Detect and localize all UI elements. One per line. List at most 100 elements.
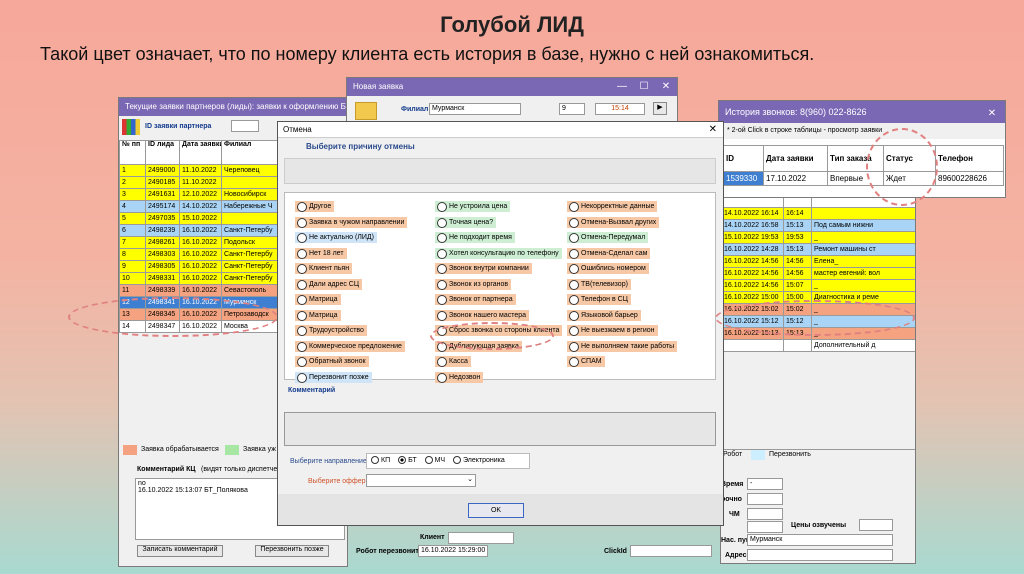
table-row[interactable]: 14.10.2022 16:58 15:13 Под самым нижни — [721, 219, 915, 232]
table-row[interactable]: 16.10.2022 14:56 14:56 мастер евгений: вол — [721, 267, 915, 280]
close-icon[interactable]: ✕ — [981, 103, 1003, 121]
ok-button[interactable]: OK — [468, 503, 524, 518]
direction-label: Выберите направление — [290, 458, 367, 465]
prices-field[interactable] — [859, 519, 893, 531]
leads-right-panel: 14.10.2022 16:14 16:14 14.10.2022 16:58 15:… — [720, 190, 916, 564]
cancel-reason-option[interactable]: Отмена-Вызвал других — [567, 216, 660, 228]
table-cell-time — [783, 339, 812, 352]
time-field[interactable]: 15:14 — [595, 103, 645, 115]
new-lead-window: Новая заявка — ☐ ✕ Филиал Мурманск 9 15:… — [346, 77, 678, 127]
cancel-reason-option[interactable]: Трудоустройство — [295, 325, 367, 336]
new-lead-bottom-strip: Клиент Робот перезвонит 16.10.2022 15:29… — [346, 524, 716, 560]
cancel-reason-option[interactable]: ТВ(телевизор) — [567, 278, 631, 290]
table-cell-date: 14.10.2022 — [179, 200, 222, 213]
city-field[interactable]: Мурманск — [747, 534, 893, 546]
cancel-reason-option[interactable]: Заявка в чужом направлении — [295, 216, 408, 228]
table-row[interactable]: Дополнительный д — [721, 339, 915, 352]
legend-already-label: Заявка уж — [243, 446, 276, 453]
table-cell-date: 16.10.2022 14:28 — [721, 243, 784, 256]
cancel-reason-option[interactable]: Точная цена? — [435, 216, 497, 228]
cancel-reason-option[interactable]: СПАМ — [567, 356, 605, 367]
table-row[interactable]: 15.10.2022 19:53 19:53 _ — [721, 231, 915, 244]
play-icon[interactable]: ▶ — [653, 102, 667, 115]
urgent-field[interactable] — [747, 493, 783, 505]
cancel-reason-option[interactable]: Отмена-Передумал — [567, 232, 649, 243]
cancel-reason-option[interactable]: Звонок нашего мастера — [435, 309, 530, 321]
direction-kp-radio[interactable] — [371, 456, 379, 465]
table-cell-n: 9 — [119, 260, 146, 273]
cancel-reason-option[interactable]: Хотел консультацию по телефону — [435, 247, 562, 259]
legend-recall-swatch — [751, 450, 765, 460]
direction-el-radio[interactable] — [452, 456, 461, 465]
cancel-reason-option[interactable]: Матрица — [295, 294, 341, 305]
robot-field[interactable]: 16.10.2022 15:29:00 — [418, 545, 488, 557]
cancel-reason-option[interactable]: Перезвонит позже — [295, 371, 372, 383]
address-field[interactable] — [747, 549, 893, 561]
call-history-row[interactable]: 1539330 17.10.2022 Впервые Ждет 89600228… — [723, 171, 1004, 186]
time-field[interactable]: - — [747, 478, 783, 490]
cancel-reason-option[interactable]: Не актуально (ЛИД) — [295, 232, 377, 243]
cancel-reason-option[interactable]: Не устроила цена — [435, 201, 511, 212]
table-row[interactable]: 14.10.2022 16:14 16:14 — [721, 207, 915, 220]
recall-later-button[interactable]: Перезвонить позже — [255, 545, 329, 557]
branch-select[interactable]: Мурманск — [429, 103, 521, 115]
cancel-reason-option[interactable]: Не подходит время — [435, 232, 515, 243]
lead-id-input[interactable] — [231, 120, 259, 132]
cancel-reason-option[interactable]: Обратный звонок — [295, 356, 369, 367]
cancel-reason-option[interactable]: Телефон в СЦ — [567, 294, 631, 305]
col-date: Дата заявки — [179, 140, 222, 165]
cancel-reason-option[interactable]: Матрица — [295, 309, 341, 321]
cancel-reasons-panel: Другое Заявка в чужом направлении Не актуа… — [284, 192, 716, 383]
table-cell-id: 2498305 — [145, 260, 180, 273]
cancel-reason-option[interactable]: Не выполняем такие работы — [567, 340, 678, 352]
table-cell-date: 15.10.2022 — [179, 212, 222, 225]
close-icon[interactable]: ✕ — [709, 122, 717, 138]
cancel-reason-option[interactable]: Не выезжаем в регион — [567, 325, 658, 336]
table-cell-date: 14.10.2022 16:58 — [721, 219, 784, 232]
cancel-reason-option[interactable]: Касса — [435, 356, 471, 367]
cancel-reason-option[interactable]: Звонок внутри компании — [435, 263, 532, 274]
table-cell-time: 16:14 — [783, 207, 812, 220]
direction-bt-radio[interactable] — [398, 456, 407, 465]
close-icon[interactable]: ✕ — [655, 78, 677, 96]
table-cell-date: 11.10.2022 — [179, 164, 222, 177]
books-icon — [122, 119, 140, 135]
cancel-reason-option[interactable]: Другое — [295, 201, 335, 212]
minimize-icon[interactable]: — — [611, 78, 633, 96]
cancel-reason-option[interactable]: Звонок из органов — [435, 278, 512, 290]
cancel-comment-input[interactable] — [284, 412, 716, 446]
cancel-reason-option[interactable]: Отмена-Сделал сам — [567, 247, 651, 259]
cancel-reason-option[interactable]: Недозвон — [435, 371, 484, 383]
cancel-reason-option[interactable]: Клиент пьян — [295, 263, 353, 274]
write-comment-button[interactable]: Записать комментарий — [137, 545, 223, 557]
cancel-reason-option[interactable]: Некорректные данные — [567, 201, 658, 212]
table-cell-n: 2 — [119, 176, 146, 189]
offer-select[interactable]: ⌄ — [366, 474, 476, 487]
table-row[interactable]: 16.10.2022 14:56 15:07 _ — [721, 279, 915, 292]
cancel-reason-option[interactable]: Коммерческое предложение — [295, 340, 405, 352]
cancel-reason-option[interactable]: Языковой барьер — [567, 309, 641, 321]
table-cell-n: 10 — [119, 272, 146, 285]
client-field[interactable] — [448, 532, 514, 544]
cancel-reason-option[interactable]: Звонок от партнера — [435, 294, 516, 305]
address-label: Адрес — [725, 552, 747, 559]
cancel-reason-option[interactable]: Ошиблись номером — [567, 263, 649, 274]
offer-label: Выберите оффер — [308, 478, 366, 485]
table-cell-time: 15:13 — [783, 243, 812, 256]
clickid-field[interactable] — [630, 545, 712, 557]
highlight-ellipse-status — [866, 128, 938, 206]
table-cell-n: 8 — [119, 248, 146, 261]
chm-field[interactable] — [747, 508, 783, 520]
number-field[interactable]: 9 — [559, 103, 585, 115]
maximize-icon[interactable]: ☐ — [633, 78, 655, 96]
table-cell-time: 14:56 — [783, 267, 812, 280]
table-row[interactable]: 16.10.2022 14:28 15:13 Ремонт машины ст — [721, 243, 915, 256]
table-cell-date: 15.10.2022 19:53 — [721, 231, 784, 244]
direction-mch-radio[interactable] — [424, 456, 433, 465]
cancel-reason-option[interactable]: Нет 18 лет — [295, 247, 347, 259]
legend-recall-label: Перезвонить — [769, 451, 811, 458]
extra-field[interactable] — [747, 521, 783, 533]
cancel-reason-option[interactable]: Дали адрес СЦ — [295, 278, 363, 290]
table-row[interactable]: 16.10.2022 14:56 14:56 Елена_ — [721, 255, 915, 268]
urgent-label: рочно — [721, 496, 742, 503]
